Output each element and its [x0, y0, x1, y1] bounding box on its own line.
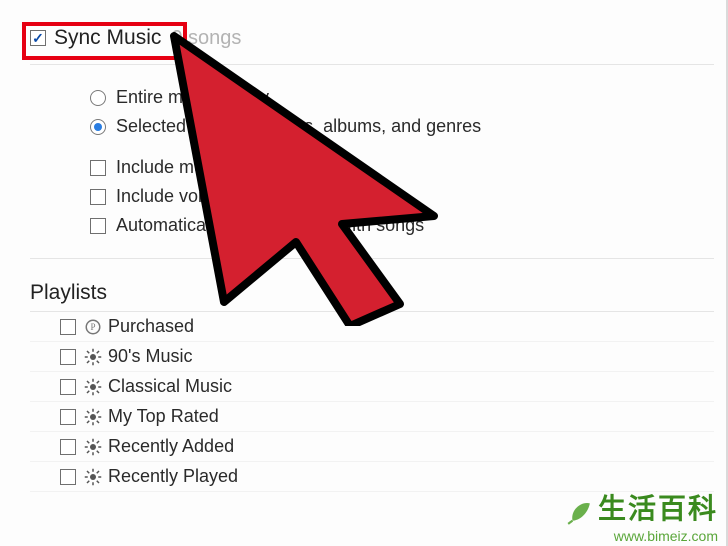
- playlist-row[interactable]: 90's Music: [30, 342, 714, 372]
- gear-icon: [84, 378, 102, 396]
- radio-icon: [90, 90, 106, 106]
- playlist-label: Purchased: [108, 316, 194, 337]
- playlist-label: Classical Music: [108, 376, 232, 397]
- gear-icon: [84, 438, 102, 456]
- watermark-url: www.bimeiz.com: [566, 529, 718, 544]
- checkbox-icon: [90, 189, 106, 205]
- checkbox-icon: [90, 160, 106, 176]
- playlist-row-purchased[interactable]: P Purchased: [30, 312, 714, 342]
- checkbox-icon: [60, 319, 76, 335]
- playlist-label: Recently Added: [108, 436, 234, 457]
- playlists-heading: Playlists: [0, 259, 728, 311]
- radio-label: Selected playlists, artists, albums, and…: [116, 116, 481, 137]
- checkbox-icon: [60, 469, 76, 485]
- radio-entire-library[interactable]: Entire music library: [90, 83, 714, 112]
- watermark-title: 生活百科: [598, 493, 718, 524]
- gear-icon: [84, 348, 102, 366]
- sync-music-title: Sync Music: [54, 26, 161, 50]
- watermark: 生活百科 www.bimeiz.com: [552, 490, 728, 546]
- playlist-row[interactable]: My Top Rated: [30, 402, 714, 432]
- playlist-row[interactable]: Classical Music: [30, 372, 714, 402]
- sync-music-checkbox[interactable]: [30, 30, 46, 46]
- playlist-label: 90's Music: [108, 346, 192, 367]
- radio-label: Entire music library: [116, 87, 269, 108]
- check-label: Include voice memos: [116, 186, 285, 207]
- sync-music-count: 0 songs: [171, 27, 241, 50]
- gear-icon: [84, 468, 102, 486]
- leaf-icon: [566, 499, 592, 530]
- checkbox-icon: [60, 349, 76, 365]
- playlist-label: Recently Played: [108, 466, 238, 487]
- playlist-row[interactable]: Recently Played: [30, 462, 714, 492]
- check-label: Include music videos: [116, 157, 283, 178]
- check-label: Automatically fill free space with songs: [116, 215, 424, 236]
- check-autofill-songs[interactable]: Automatically fill free space with songs: [90, 211, 714, 240]
- checkbox-icon: [60, 409, 76, 425]
- radio-icon: [90, 119, 106, 135]
- check-include-videos[interactable]: Include music videos: [90, 153, 714, 182]
- checkbox-icon: [60, 379, 76, 395]
- checkbox-icon: [90, 218, 106, 234]
- checkbox-icon: [60, 439, 76, 455]
- playlist-label: My Top Rated: [108, 406, 219, 427]
- purchased-icon: P: [84, 318, 102, 336]
- gear-icon: [84, 408, 102, 426]
- playlist-row[interactable]: Recently Added: [30, 432, 714, 462]
- check-include-voice-memos[interactable]: Include voice memos: [90, 182, 714, 211]
- svg-text:P: P: [90, 322, 95, 332]
- radio-selected-playlists[interactable]: Selected playlists, artists, albums, and…: [90, 112, 714, 141]
